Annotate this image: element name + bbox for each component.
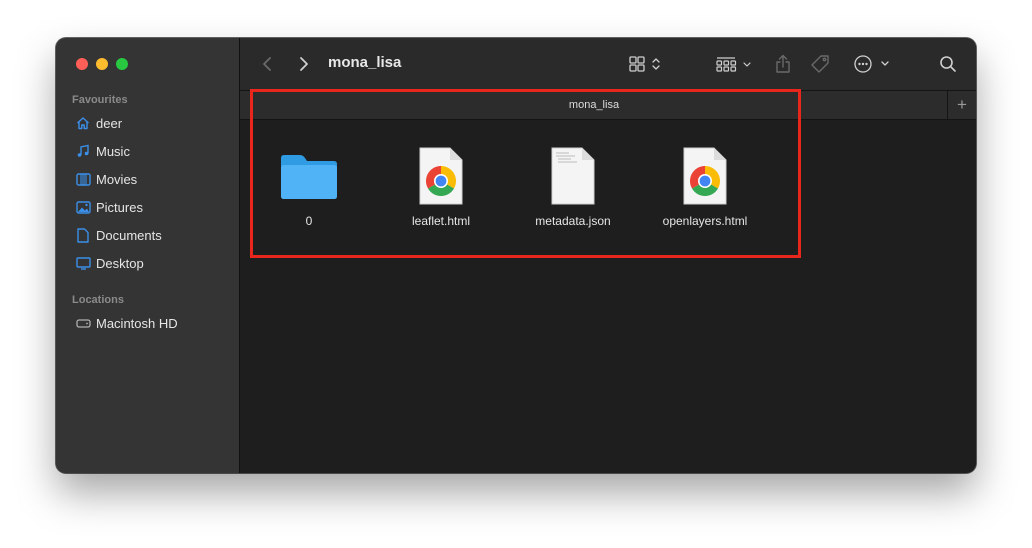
file-item-metadata-json[interactable]: metadata.json [518, 144, 628, 228]
disk-icon [74, 315, 92, 331]
main-area: mona_lisa mona_lisa + 0 leaflet.html met… [240, 38, 976, 473]
window-controls [76, 58, 128, 70]
more-actions-button[interactable] [852, 53, 892, 75]
file-name: metadata.json [535, 214, 611, 228]
desktop-icon [74, 255, 92, 271]
file-item-openlayers-html[interactable]: openlayers.html [650, 144, 760, 228]
sidebar-item-label: Documents [96, 227, 162, 243]
view-mode-button[interactable] [626, 53, 666, 75]
chrome-html-icon [386, 144, 496, 208]
file-browser: 0 leaflet.html metadata.json openlayers.… [240, 120, 976, 473]
icon-view-grid-icon [629, 56, 660, 72]
ellipsis-circle-icon [854, 55, 889, 73]
tag-icon [811, 55, 829, 73]
music-icon [74, 143, 92, 159]
window-title: mona_lisa [328, 54, 402, 71]
search-icon [940, 56, 956, 72]
sidebar-item-music[interactable]: Music [74, 140, 234, 162]
photo-icon [74, 199, 92, 215]
group-grid-icon [716, 57, 751, 72]
locations-title: Locations [72, 294, 124, 306]
file-name: leaflet.html [411, 214, 471, 228]
document-icon [74, 227, 92, 243]
film-icon [74, 171, 92, 187]
folder-icon [254, 144, 364, 208]
sidebar-item-label: Macintosh HD [96, 315, 178, 331]
home-icon [74, 115, 92, 131]
chevron-right-icon [300, 57, 308, 71]
file-name: openlayers.html [662, 214, 748, 228]
toolbar: mona_lisa [240, 38, 976, 90]
file-item-leaflet-html[interactable]: leaflet.html [386, 144, 496, 228]
tab-bar: mona_lisa + [240, 90, 976, 120]
sidebar-item-deer[interactable]: deer [74, 112, 234, 134]
file-name: 0 [305, 214, 313, 228]
tab-mona-lisa[interactable]: mona_lisa [240, 91, 948, 119]
back-button[interactable] [258, 54, 276, 74]
minimize-button[interactable] [96, 58, 108, 70]
sidebar: Favourites deer Music Movies Pictures Do… [56, 38, 240, 473]
close-button[interactable] [76, 58, 88, 70]
group-by-button[interactable] [714, 53, 756, 75]
tag-button[interactable] [808, 52, 832, 76]
sidebar-item-label: Desktop [96, 255, 144, 271]
sidebar-item-label: Pictures [96, 199, 143, 215]
sidebar-item-documents[interactable]: Documents [74, 224, 234, 246]
sidebar-item-pictures[interactable]: Pictures [74, 196, 234, 218]
sidebar-item-label: Movies [96, 171, 138, 187]
chevron-left-icon [263, 57, 271, 71]
sidebar-item-label: Music [96, 143, 130, 159]
json-file-icon [518, 144, 628, 208]
share-button[interactable] [772, 51, 794, 77]
sidebar-item-movies[interactable]: Movies [74, 168, 234, 190]
sidebar-item-label: deer [96, 115, 123, 131]
sidebar-item-desktop[interactable]: Desktop [74, 252, 234, 274]
favourites-title: Favourites [72, 94, 128, 106]
new-tab-button[interactable]: + [947, 91, 976, 119]
forward-button[interactable] [295, 54, 313, 74]
chrome-html-icon [650, 144, 760, 208]
finder-window: Favourites deer Music Movies Pictures Do… [56, 38, 976, 473]
share-icon [776, 54, 790, 73]
sidebar-item-macintosh-hd[interactable]: Macintosh HD [74, 312, 234, 334]
zoom-button[interactable] [116, 58, 128, 70]
file-item-0[interactable]: 0 [254, 144, 364, 228]
search-button[interactable] [936, 53, 960, 75]
